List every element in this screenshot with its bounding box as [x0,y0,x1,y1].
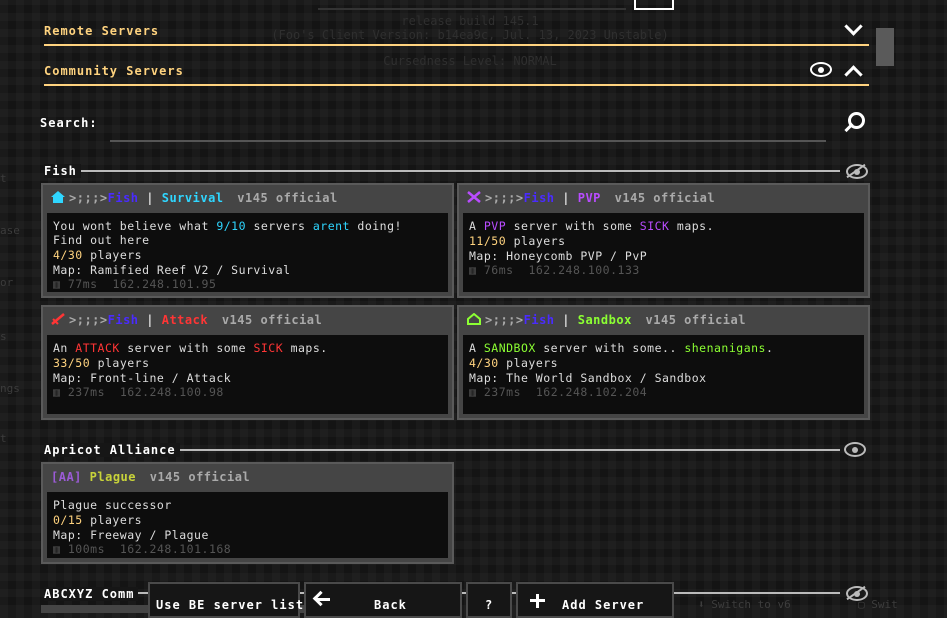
server-card-attack[interactable]: >;;;>Fish | Attack v145 official An ATTA… [41,305,454,420]
left-menu-fragment: ngs [0,382,20,395]
server-tag: [AA] [51,470,82,484]
square-icon: ▢ [858,598,865,611]
server-card-header: >;;;>Fish | Sandbox v145 official [459,307,868,333]
search-button[interactable] [842,110,866,136]
signal-icon: ▥ [53,385,61,399]
chevron-up-icon[interactable] [844,65,863,84]
signal-icon: ▥ [469,385,477,399]
server-name: Plague [89,470,136,484]
chevron-down-icon[interactable] [844,17,863,36]
group-title: Apricot Alliance [44,443,180,457]
separator: | [146,191,154,205]
server-players: 0/15 players [53,513,143,527]
server-version: v145 official [614,191,716,205]
server-version: v145 official [237,191,338,205]
server-name: Fish [107,313,139,327]
server-mode: Attack [161,313,209,327]
server-map: Map: Honeycomb PVP / PvP [469,249,648,263]
group-title: Fish [44,164,81,178]
pvp-swords-icon [467,191,481,203]
switch-faded: ▢ Swit [858,598,898,611]
left-menu-fragment: t [0,432,7,445]
eye-slash-icon[interactable] [846,163,868,179]
signal-icon: ▥ [469,263,477,277]
server-description: Plague successor [53,498,172,512]
attack-sword-icon [51,313,65,325]
server-card-survival[interactable]: >;;;>Fish | Survival v145 official You w… [41,183,454,298]
server-players: 4/30 players [469,356,559,370]
server-players: 4/30 players [53,248,143,262]
community-servers-title: Community Servers [44,64,184,78]
server-card-sandbox[interactable]: >;;;>Fish | Sandbox v145 official A SAND… [457,305,870,420]
server-ping: ▥ 77ms 162.248.101.95 [53,277,217,291]
signal-icon: ▥ [53,542,61,556]
server-ping: ▥ 237ms 162.248.100.98 [53,385,224,399]
server-version: v145 official [149,470,251,484]
eye-icon[interactable] [844,442,866,457]
sandbox-house-icon [467,313,481,325]
switch-version-faded: ⬇ Switch to v6 [698,598,791,611]
server-players: 11/50 players [469,234,566,248]
arrow-left-icon [316,598,330,601]
server-name-prefix: >;;;> [69,191,108,205]
server-card-header: >;;;>Fish | PVP v145 official [459,185,868,211]
server-card-body: Plague successor 0/15 players Map: Freew… [47,492,448,558]
server-description: A PVP server with some SICK maps. [469,219,715,233]
server-mode: Survival [161,191,224,205]
server-card-header: >;;;>Fish | Attack v145 official [43,307,452,333]
top-toggle-box[interactable] [634,0,674,10]
group-divider [44,170,840,172]
left-menu-fragment: s [0,330,7,343]
left-menu-fragment: t [0,172,7,185]
server-description: An ATTACK server with some SICK maps. [53,341,328,355]
server-players: 33/50 players [53,356,150,370]
server-mode: Sandbox [577,313,632,327]
search-label: Search: [40,116,98,130]
server-name: Fish [107,191,139,205]
server-description: A SANDBOX server with some.. shenanigans… [469,341,774,355]
server-version: v145 official [221,313,323,327]
server-map: Map: The World Sandbox / Sandbox [469,371,707,385]
server-card-body: You wont believe what 9/10 servers arent… [47,213,448,292]
remote-servers-header[interactable]: Remote Servers [44,17,869,46]
server-card-header: [AA] Plague v145 official [43,464,452,490]
server-ping: ▥ 237ms 162.248.102.204 [469,385,648,399]
left-menu-fragment: or [0,276,14,289]
signal-icon: ▥ [53,277,61,291]
server-card-plague[interactable]: [AA] Plague v145 official Plague success… [41,462,454,564]
group-title: ABCXYZ Comm [44,587,139,601]
server-card-body: A PVP server with some SICK maps. 11/50 … [463,213,864,292]
server-card-body: A SANDBOX server with some.. shenanigans… [463,335,864,414]
server-version: v145 official [645,313,746,327]
server-card-header: >;;;>Fish | Survival v145 official [43,185,452,211]
server-ping: ▥ 100ms 162.248.101.168 [53,542,232,556]
server-description-2: Find out here [53,233,150,247]
remote-servers-title: Remote Servers [44,24,160,38]
server-card-pvp[interactable]: >;;;>Fish | PVP v145 official A PVP serv… [457,183,870,298]
server-map: Map: Ramified Reef V2 / Survival [53,263,291,277]
search-input[interactable] [110,112,826,142]
server-name: Fish [523,313,555,327]
server-map: Map: Front-line / Attack [53,371,232,385]
home-icon [51,191,65,203]
server-ping: ▥ 76ms 162.248.100.133 [469,263,640,277]
top-bar-remnant [318,0,626,10]
server-mode: PVP [577,191,601,205]
server-name: Fish [523,191,555,205]
left-menu-fragment: ase [0,224,20,237]
scrollbar-thumb[interactable] [876,28,894,66]
download-icon: ⬇ [698,598,705,611]
community-servers-header[interactable]: Community Servers [44,58,869,86]
server-map: Map: Freeway / Plague [53,528,209,542]
eye-icon[interactable] [810,62,832,77]
server-card-body: An ATTACK server with some SICK maps. 33… [47,335,448,414]
server-description: You wont believe what 9/10 servers arent… [53,219,402,233]
